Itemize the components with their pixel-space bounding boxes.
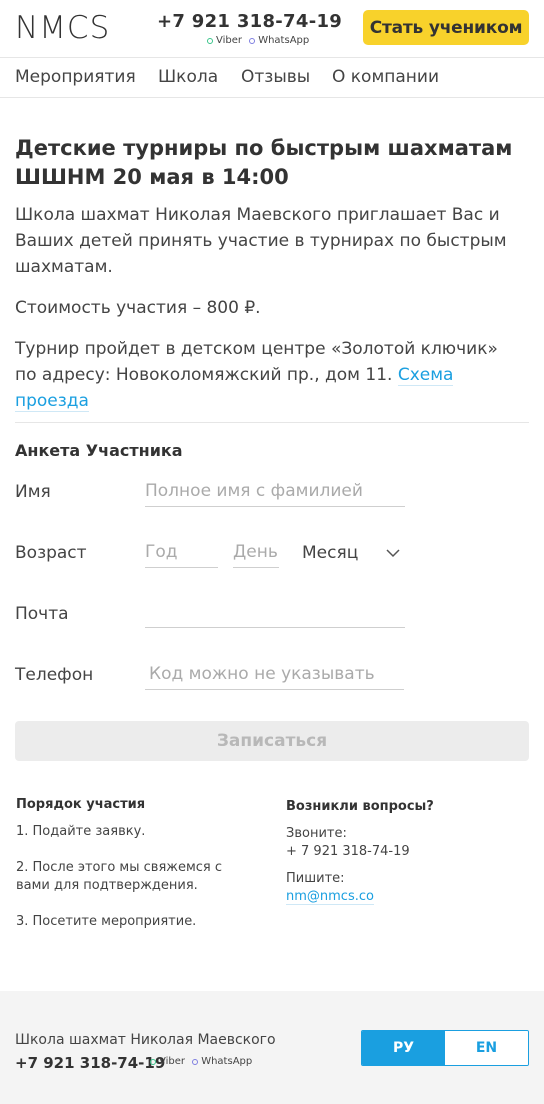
price-text: Стоимость участия – 800 ₽. [15,298,261,318]
lang-ru-button[interactable]: РУ [362,1031,445,1065]
call-phone[interactable]: + 7 921 318-74-19 [286,843,410,861]
email-label: Почта [15,604,69,624]
submit-button[interactable]: Записаться [15,721,529,761]
header-phone[interactable]: +7 921 318-74-19 [157,11,342,33]
call-label: Звоните: [286,826,347,841]
phone-input[interactable]: Код можно не указывать [145,662,404,690]
day-input[interactable]: День [233,540,279,568]
footer-whatsapp-label: WhatsApp [201,1056,253,1067]
footer-phone[interactable]: +7 921 318-74-19 [15,1053,165,1073]
viber-label: Viber [216,35,243,46]
main-nav: Мероприятия Школа Отзывы О компании [0,58,544,98]
nav-item-school[interactable]: Школа [158,67,218,87]
month-select[interactable]: Месяц [302,542,358,564]
whatsapp-icon [192,1059,199,1065]
email-field[interactable] [145,600,405,628]
nav-item-reviews[interactable]: Отзывы [241,67,310,87]
whatsapp-icon [249,38,256,44]
intro-text: Школа шахмат Николая Маевского приглашае… [15,205,507,277]
step-1: 1. Подайте заявку. [16,824,146,839]
chevron-down-icon[interactable] [386,546,400,560]
site-footer: Школа шахмат Николая Маевского +7 921 31… [0,991,544,1104]
footer-messengers: Viber WhatsApp [150,1056,256,1069]
name-input[interactable]: Полное имя с фамилией [145,479,405,507]
name-label: Имя [15,482,51,502]
nav-item-about[interactable]: О компании [332,67,439,87]
step-3: 3. Посетите мероприятие. [16,914,197,929]
viber-link[interactable]: Viber [207,35,242,47]
page-title: Детские турниры по быстрым шахматам ШШНМ… [15,136,513,189]
questions-title: Возникли вопросы? [286,799,434,814]
viber-icon [207,38,213,44]
footer-viber-label: Viber [159,1056,186,1067]
age-label: Возраст [15,543,87,563]
site-header: NMCS +7 921 318-74-19 Viber WhatsApp Ста… [0,0,544,58]
footer-school-name: Школа шахмат Николая Маевского [15,1032,276,1048]
whatsapp-label: WhatsApp [258,35,310,46]
whatsapp-link[interactable]: WhatsApp [249,35,309,47]
form-title: Анкета Участника [15,441,183,460]
year-input[interactable]: Год [145,540,218,568]
become-student-button[interactable]: Стать учеником [363,10,529,45]
lang-en-button[interactable]: EN [445,1031,528,1065]
section-divider [15,422,529,423]
footer-whatsapp-link[interactable]: WhatsApp [192,1056,252,1068]
nav-item-events[interactable]: Мероприятия [15,67,136,87]
order-title: Порядок участия [16,797,146,812]
language-switcher: РУ EN [361,1030,529,1066]
venue-paragraph: Турнир пройдет в детском центре «Золотой… [15,336,515,414]
viber-icon [150,1059,156,1065]
footer-viber-link[interactable]: Viber [150,1056,185,1068]
logo[interactable]: NMCS [15,12,110,44]
step-2: 2. После этого мы свяжемся с вами для по… [16,860,223,893]
header-messengers: Viber WhatsApp [207,35,313,48]
phone-label: Телефон [15,665,94,685]
email-link[interactable]: nm@nmcs.co [286,889,374,905]
write-label: Пишите: [286,871,345,886]
